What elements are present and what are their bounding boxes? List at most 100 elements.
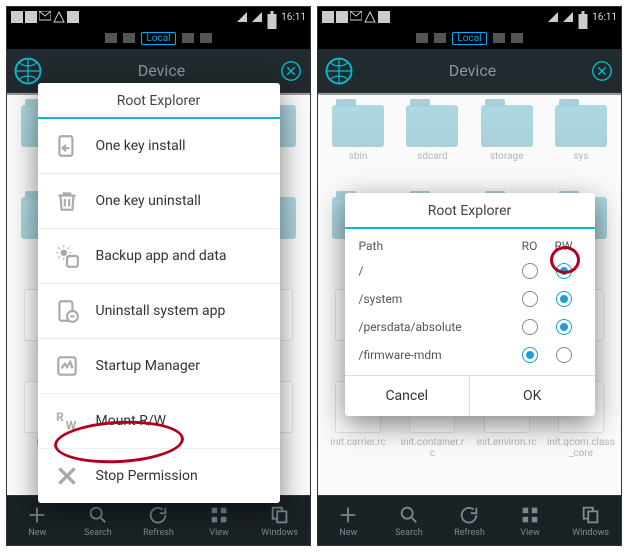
bottomnav-refresh[interactable]: Refresh [439,496,500,545]
nav-icon [337,504,359,526]
tile-label: sys [573,151,588,162]
cloud-icon[interactable] [200,33,212,43]
path-header-row: Path RO RW [345,229,595,257]
path-label: /system [359,292,513,306]
warning-icon [364,11,376,23]
menu-item-one-key-install[interactable]: One key install [38,119,280,174]
home-icon[interactable] [123,33,135,43]
path-header-label: Path [359,239,513,253]
bottomnav-search[interactable]: Search [379,496,440,545]
menu-item-startup-manager[interactable]: Startup Manager [38,339,280,394]
tile-label: init.carrier.rc [330,437,385,448]
path-row: / [345,257,595,285]
menu-item-label: Stop Permission [96,468,198,484]
folder-tile[interactable]: sdcard [396,105,468,191]
status-icon [378,11,390,23]
rw-radio[interactable] [556,319,572,335]
tile-label: sdcard [417,151,447,162]
path-row: /system [345,285,595,313]
mail-icon [350,11,362,23]
nav-icon [458,504,480,526]
ok-button[interactable]: OK [470,376,595,416]
nav-label: Refresh [143,528,174,538]
globe-icon[interactable] [324,56,354,86]
tile-label: init.environ.rc [477,437,537,448]
bottomnav-refresh[interactable]: Refresh [128,496,189,545]
status-icon [67,11,79,23]
nav-label: View [209,528,228,538]
path-label: / [359,264,513,278]
mail-icon [39,11,51,23]
trash-icon [52,186,82,216]
nav-icon [26,504,48,526]
status-bar: 16:11 [318,7,621,27]
mount-rw-dialog: Root Explorer Path RO RW //system/persda… [345,193,595,416]
page-title: Device [354,61,591,80]
rw-radio[interactable] [556,347,572,363]
signal-icon [236,11,248,23]
nav-icon [398,504,420,526]
location-chip[interactable]: Local [141,32,175,45]
location-chip[interactable]: Local [452,32,486,45]
cloud-icon[interactable] [511,33,523,43]
svg-text:R: R [56,410,64,424]
path-label: /persdata/absolute [359,320,513,334]
bottomnav-view[interactable]: View [500,496,561,545]
tile-label: init.qcom.class_core [547,437,615,459]
path-row: /persdata/absolute [345,313,595,341]
bottomnav-new[interactable]: New [318,496,379,545]
status-bar: 16:11 [7,7,310,27]
bottomnav-windows[interactable]: Windows [560,496,621,545]
battery-icon [266,11,278,23]
folder-icon [332,105,384,147]
folder-icon [481,105,533,147]
nav-label: Search [84,528,112,538]
rw-radio[interactable] [556,263,572,279]
menu-item-mount-r-w[interactable]: RWMount R/W [38,394,280,449]
nav-icon [580,504,602,526]
sd-icon[interactable] [493,33,505,43]
home-icon[interactable] [434,33,446,43]
up-icon[interactable] [105,33,117,43]
tile-label: init.container.rc [398,437,466,459]
bottomnav-windows[interactable]: Windows [249,496,310,545]
tile-label: sbin [349,151,368,162]
globe-icon[interactable] [13,56,43,86]
one-key-install-icon [52,131,82,161]
rw-radio[interactable] [556,291,572,307]
signal-icon [251,11,263,23]
sd-icon[interactable] [182,33,194,43]
close-icon[interactable] [591,60,613,82]
nav-icon [208,504,230,526]
status-icon [11,11,23,23]
cancel-button[interactable]: Cancel [345,376,471,416]
ro-radio[interactable] [522,291,538,307]
menu-item-stop-permission[interactable]: Stop Permission [38,449,280,503]
bottomnav-view[interactable]: View [189,496,250,545]
ro-header: RO [513,239,547,253]
bottomnav-new[interactable]: New [7,496,68,545]
bottomnav-search[interactable]: Search [68,496,129,545]
menu-item-label: Backup app and data [96,248,227,264]
nav-icon [147,504,169,526]
up-icon[interactable] [416,33,428,43]
close-icon [52,461,82,491]
folder-tile[interactable]: sbin [322,105,394,191]
ro-radio[interactable] [522,263,538,279]
close-icon[interactable] [280,60,302,82]
menu-item-one-key-uninstall[interactable]: One key uninstall [38,174,280,229]
page-title: Device [43,61,280,80]
nav-label: New [28,528,46,538]
ro-radio[interactable] [522,347,538,363]
folder-tile[interactable]: storage [471,105,543,191]
ro-radio[interactable] [522,319,538,335]
menu-item-uninstall-system-app[interactable]: Uninstall system app [38,284,280,339]
uninstall-system-icon [52,296,82,326]
signal-icon [562,11,574,23]
nav-label: Windows [261,528,298,538]
battery-icon [577,11,589,23]
status-icon [25,11,37,23]
menu-item-backup-app-and-data[interactable]: Backup app and data [38,229,280,284]
folder-tile[interactable]: sys [545,105,617,191]
folder-icon [406,105,458,147]
